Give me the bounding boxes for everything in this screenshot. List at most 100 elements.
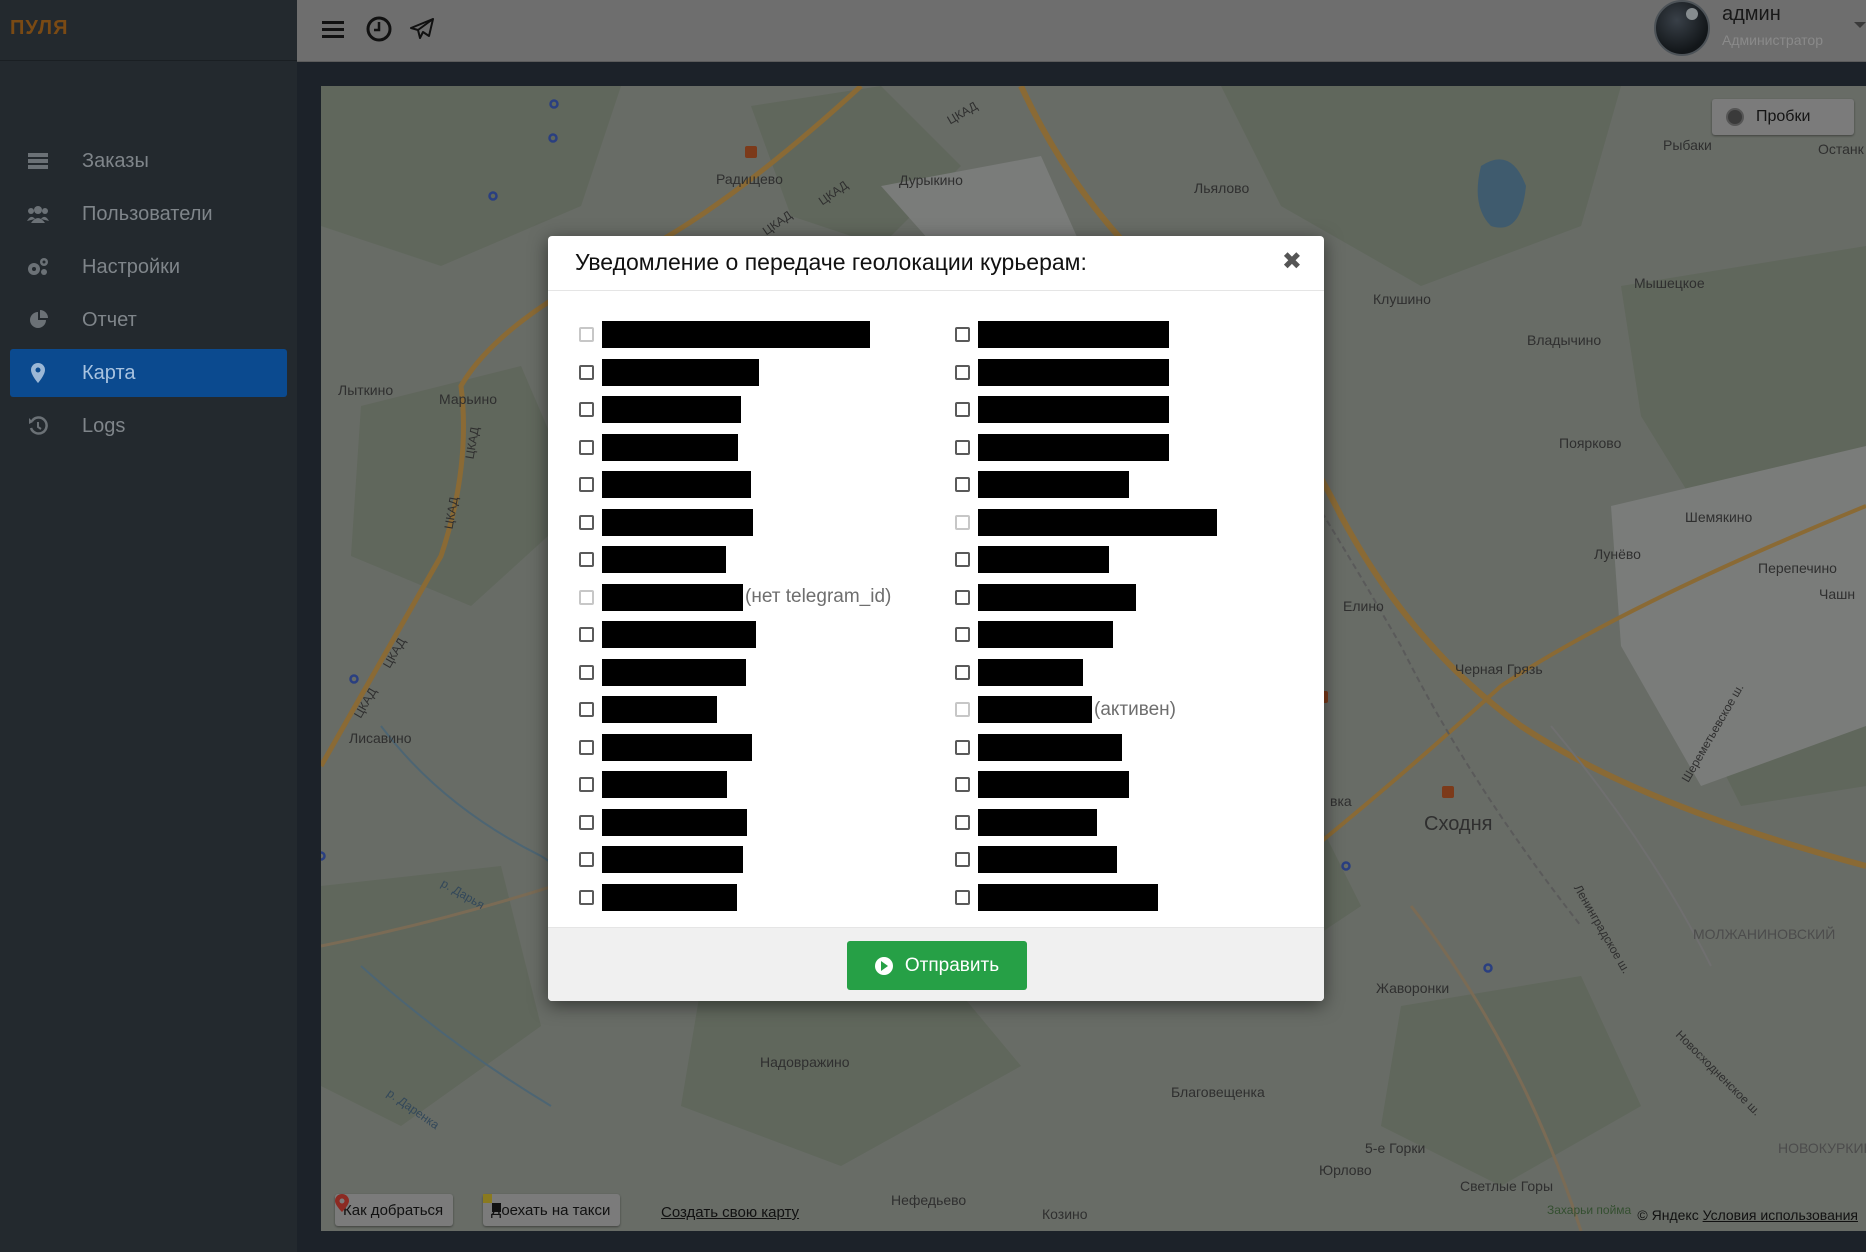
map-label: Жаворонки [1376,980,1450,996]
map-label: Мышецкое [1634,275,1705,291]
sidebar-item-label: Отчет [82,308,137,331]
courier-row [955,616,1219,654]
user-menu[interactable]: админ Администратор [1654,0,1866,62]
map-label: Перепечино [1758,560,1837,576]
create-map-link[interactable]: Создать свою карту [661,1204,799,1221]
courier-checkbox[interactable] [955,327,970,343]
close-icon[interactable]: ✖ [1282,250,1302,274]
courier-name-redacted [602,696,717,724]
map-label: Рыбаки [1663,137,1712,153]
map-label: Марьино [439,391,498,407]
taxi-button[interactable]: Доехать на такси [483,1194,621,1226]
courier-row [955,429,1219,467]
courier-checkbox[interactable] [955,402,970,418]
courier-name-redacted [978,771,1129,799]
courier-name-redacted [978,396,1169,424]
courier-checkbox[interactable] [579,664,594,680]
courier-checkbox[interactable] [579,702,594,718]
sidebar-item-orders[interactable]: Заказы [10,137,287,185]
traffic-button-label: Пробки [1756,108,1811,125]
menu-icon[interactable] [318,14,348,44]
copyright-text: © Яндекс [1637,1207,1699,1223]
chevron-down-icon[interactable] [1854,22,1866,28]
courier-row [955,354,1219,392]
courier-row [955,804,1219,842]
terms-link[interactable]: Условия использования [1703,1207,1858,1223]
courier-checkbox[interactable] [579,739,594,755]
courier-row [579,541,891,579]
courier-checkbox[interactable] [579,627,594,643]
map-label: вка [1330,793,1352,809]
top-bar: админ Администратор [297,0,1866,62]
send-button[interactable]: Отправить [847,941,1027,990]
courier-checkbox[interactable] [955,664,970,680]
courier-checkbox[interactable] [579,364,594,380]
courier-checkbox[interactable] [579,814,594,830]
courier-checkbox[interactable] [579,852,594,868]
map-label: 5-е Горки [1365,1140,1426,1156]
sidebar-item-label: Заказы [82,149,149,172]
map-label: Захарьи пойма [1547,1203,1632,1217]
courier-name-redacted [978,883,1158,911]
sidebar-item-settings[interactable]: Настройки [10,243,287,291]
courier-name-redacted [978,808,1097,836]
courier-name-redacted [602,321,870,349]
sidebar-item-users[interactable]: Пользователи [10,190,287,238]
paper-plane-icon[interactable] [407,14,437,44]
avatar[interactable] [1654,0,1710,56]
sidebar-item-map[interactable]: Карта [10,349,287,397]
courier-name-redacted [978,433,1169,461]
courier-checkbox[interactable] [955,852,970,868]
map-label: Льялово [1194,180,1250,196]
courier-checkbox[interactable] [955,589,970,605]
courier-checkbox[interactable] [955,777,970,793]
courier-checkbox[interactable] [579,777,594,793]
courier-row [579,466,891,504]
courier-row [955,466,1219,504]
courier-checkbox[interactable] [579,514,594,530]
user-role: Администратор [1722,32,1824,48]
clock-icon[interactable] [364,14,394,44]
courier-checkbox[interactable] [579,439,594,455]
map-label: Лыткино [338,382,394,398]
courier-name-redacted [602,808,747,836]
courier-row [579,654,891,692]
courier-checkbox[interactable] [955,814,970,830]
map-copyright: © Яндекс Условия использования [1637,1207,1858,1223]
courier-checkbox[interactable] [955,889,970,905]
sidebar-item-label: Настройки [82,255,181,278]
courier-name-redacted [602,621,756,649]
map-label: Юрлово [1319,1162,1372,1178]
courier-name-redacted [978,583,1136,611]
courier-checkbox[interactable] [955,364,970,380]
map-pin-icon [335,1194,349,1212]
courier-row [579,691,891,729]
modal-footer: Отправить [548,927,1324,1001]
sidebar-item-label: Карта [82,361,136,384]
courier-checkbox[interactable] [955,439,970,455]
courier-checkbox[interactable] [579,477,594,493]
sidebar-nav: Заказы Пользователи Настройки Отчет Карт… [0,137,297,450]
courier-row: (нет telegram_id) [579,579,891,617]
traffic-button[interactable]: Пробки [1712,99,1854,135]
courier-name-redacted [978,658,1083,686]
courier-row [955,541,1219,579]
courier-checkbox [955,702,970,718]
courier-name-redacted [978,358,1169,386]
brand-logo[interactable]: ПУЛЯ [0,0,297,61]
courier-checkbox[interactable] [579,889,594,905]
courier-checkbox[interactable] [579,552,594,568]
courier-checkbox[interactable] [955,477,970,493]
sidebar-item-report[interactable]: Отчет [10,296,287,344]
courier-checkbox[interactable] [579,402,594,418]
map-label: Останк [1818,141,1864,157]
courier-row [955,879,1219,917]
courier-checkbox[interactable] [955,739,970,755]
courier-checkbox[interactable] [955,552,970,568]
route-button[interactable]: Как добраться [335,1194,454,1226]
sidebar-item-label: Пользователи [82,202,213,225]
courier-name-redacted [602,846,743,874]
sidebar-item-logs[interactable]: Logs [10,402,287,450]
courier-name-redacted [978,508,1217,536]
courier-checkbox[interactable] [955,627,970,643]
